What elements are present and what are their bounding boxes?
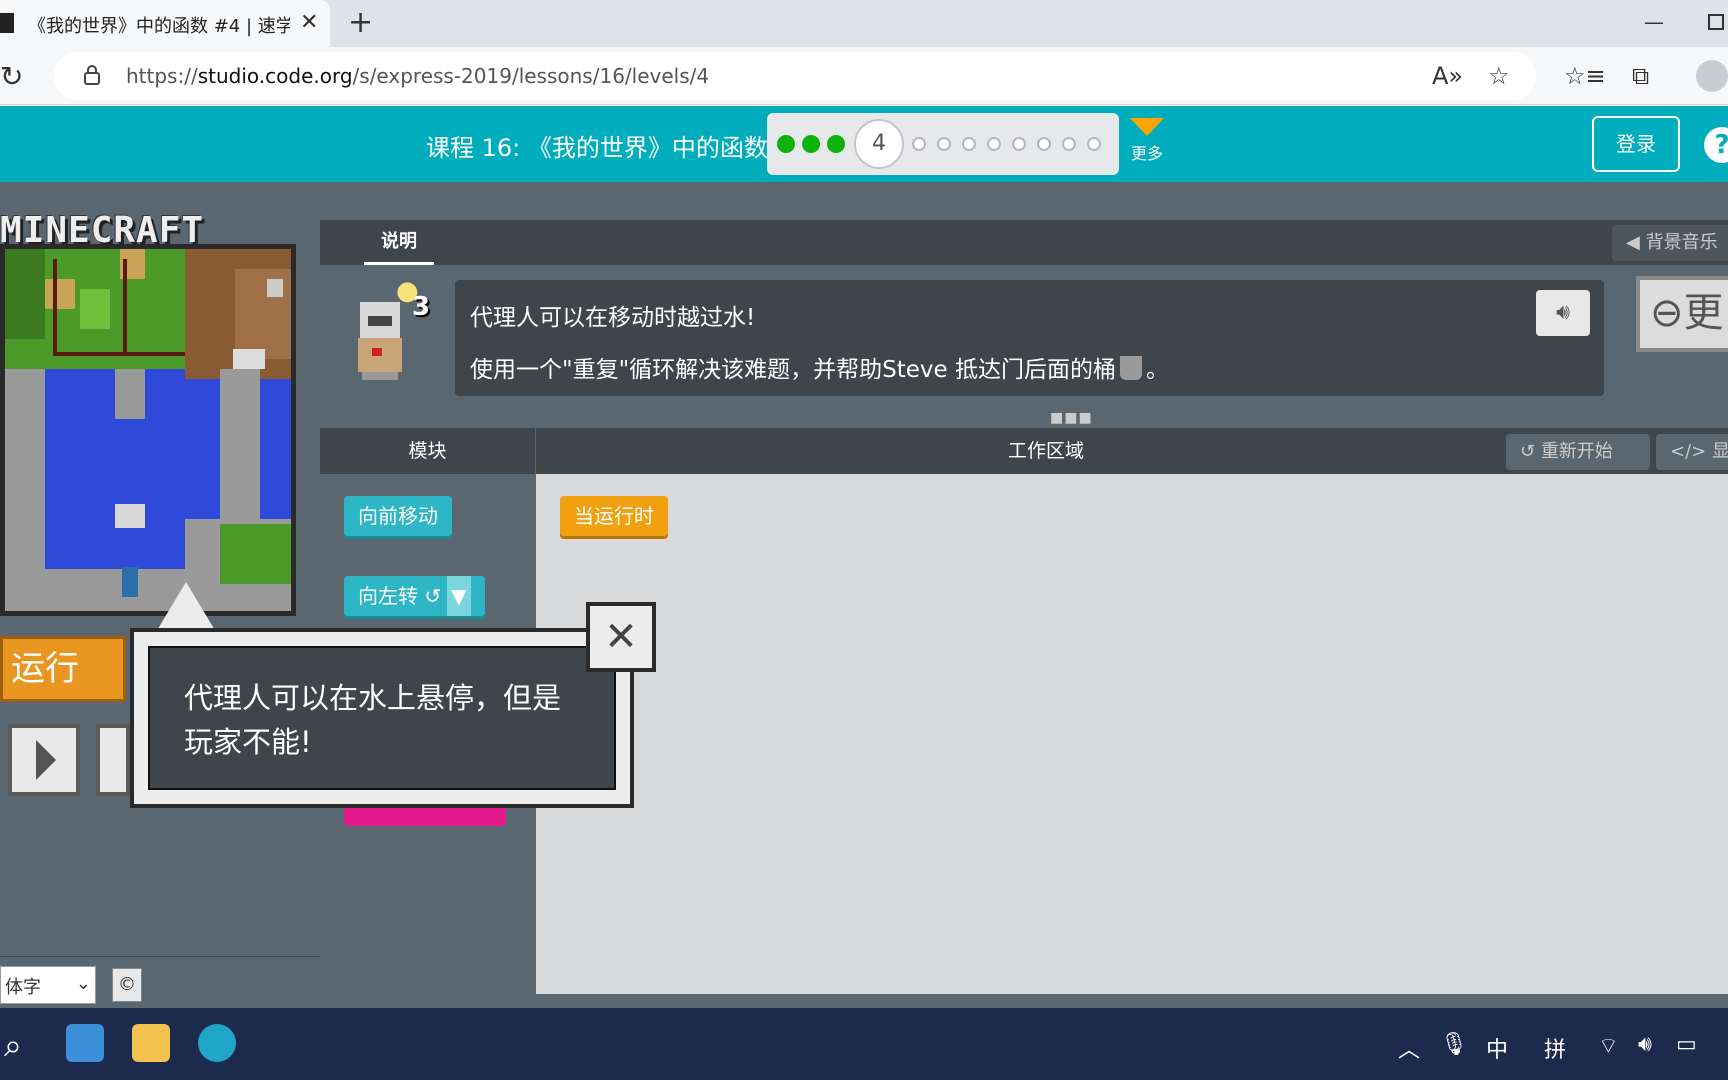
level-dot-8[interactable] <box>987 137 1001 151</box>
more-levels-button[interactable]: 更多 <box>1130 118 1164 164</box>
level-dot-11[interactable] <box>1062 137 1076 151</box>
search-icon[interactable]: ⌕ <box>4 1026 22 1065</box>
game-map <box>5 249 291 611</box>
maximize-window-button[interactable] <box>1708 14 1724 30</box>
add-favorite-icon[interactable]: ☆ <box>1488 62 1510 90</box>
instruction-line-2-end: 。 <box>1146 357 1169 383</box>
dropdown-arrow-icon[interactable]: ▼ <box>447 576 471 616</box>
read-aloud-icon[interactable]: A» <box>1432 62 1463 90</box>
battery-icon[interactable]: ▭ <box>1676 1032 1697 1057</box>
file-explorer-icon[interactable] <box>132 1024 170 1062</box>
microphone-icon[interactable]: 🎙︎ <box>1440 1032 1468 1057</box>
ime-language[interactable]: 中 <box>1486 1032 1508 1064</box>
profile-avatar[interactable] <box>1696 60 1728 92</box>
read-aloud-button[interactable]: 🔊︎ <box>1536 290 1590 336</box>
more-instructions-button[interactable]: ⊖更 <box>1636 276 1728 352</box>
level-dot-1[interactable] <box>777 135 795 153</box>
instruction-line-2: 使用一个"重复"循环解决该难题，并帮助Steve 抵达门后面的桶 。 <box>470 350 1169 384</box>
restart-icon: ↺ <box>1520 441 1541 462</box>
font-select-value: 体字 <box>5 977 41 998</box>
minimize-window-button[interactable]: — <box>1644 10 1664 34</box>
background-music-button[interactable]: ◀ 背景音乐 <box>1612 225 1728 261</box>
show-hidden-icons-icon[interactable]: ︿ <box>1398 1032 1420 1064</box>
block-turn-left-label: 向左转 ↺ <box>358 584 442 608</box>
favorites-icon[interactable]: ☆≡ <box>1564 62 1606 90</box>
new-tab-button[interactable]: + <box>348 5 373 40</box>
copyright-button[interactable]: © <box>112 968 142 1002</box>
url-text[interactable]: https://studio.code.org/s/express-2019/l… <box>126 64 709 88</box>
instruction-line-1: 代理人可以在移动时越过水! <box>470 305 756 331</box>
edge-browser-icon[interactable] <box>198 1024 236 1062</box>
bucket-icon <box>1120 356 1142 380</box>
level-dot-9[interactable] <box>1012 137 1026 151</box>
callout-pointer <box>156 582 216 632</box>
close-tab-icon[interactable]: ✕ <box>300 10 318 35</box>
wifi-icon[interactable]: ⌔ <box>1598 1032 1619 1060</box>
block-move-forward[interactable]: 向前移动 <box>344 496 452 536</box>
level-progress: 4 <box>767 113 1119 175</box>
level-dot-12[interactable] <box>1087 137 1101 151</box>
widgets-icon[interactable] <box>66 1024 104 1062</box>
level-dot-10[interactable] <box>1037 137 1051 151</box>
block-when-run[interactable]: 当运行时 <box>560 496 668 536</box>
restart-label: 重新开始 <box>1540 441 1613 462</box>
tab-instructions[interactable]: 说明 <box>364 220 434 265</box>
callout-text: 代理人可以在水上悬停，但是玩家不能! <box>184 681 562 759</box>
browser-tab[interactable]: 《我的世界》中的函数 #4 | 速学 ✕ <box>0 0 330 47</box>
collections-icon[interactable]: ⧉ <box>1632 62 1649 90</box>
instruction-line-2-text: 使用一个"重复"循环解决该难题，并帮助Steve 抵达门后面的桶 <box>470 357 1116 383</box>
background-music-label: 背景音乐 <box>1645 232 1718 253</box>
instructions-header <box>320 220 1728 265</box>
speaker-icon: ◀ <box>1626 232 1646 253</box>
step-button[interactable] <box>8 724 80 796</box>
minus-icon: ⊖ <box>1650 290 1684 336</box>
run-button[interactable]: 运行 <box>0 636 126 702</box>
workspace-label: 工作区域 <box>1007 440 1084 462</box>
level-dot-3[interactable] <box>827 135 845 153</box>
current-level-bubble[interactable]: 4 <box>854 119 904 169</box>
lock-icon[interactable] <box>84 65 100 85</box>
login-button[interactable]: 登录 <box>1592 116 1680 172</box>
reset-step-button[interactable] <box>96 724 130 796</box>
reload-icon[interactable]: ↻ <box>0 60 23 93</box>
agent-avatar <box>358 302 402 380</box>
restart-button[interactable]: ↺ 重新开始 <box>1506 434 1650 470</box>
close-callout-icon[interactable]: ✕ <box>586 602 656 672</box>
site-favicon-icon <box>0 13 14 33</box>
show-code-label: 显 <box>1711 441 1728 462</box>
level-dot-5[interactable] <box>912 137 926 151</box>
game-view[interactable] <box>0 244 296 616</box>
workspace-canvas[interactable] <box>536 474 1728 994</box>
level-dot-7[interactable] <box>962 137 976 151</box>
lesson-title[interactable]: 课程 16: 《我的世界》中的函数 <box>426 128 768 163</box>
play-step-icon <box>36 740 56 780</box>
more-instructions-label: 更 <box>1683 290 1724 336</box>
toolbox-label: 模块 <box>320 428 536 474</box>
ime-mode[interactable]: 拼 <box>1544 1032 1566 1064</box>
tab-title: 《我的世界》中的函数 #4 | 速学 <box>28 16 290 37</box>
hint-count: 3 <box>412 292 431 322</box>
level-dot-6[interactable] <box>937 137 951 151</box>
taskbar <box>0 1008 1728 1080</box>
more-label: 更多 <box>1130 144 1163 163</box>
audio-icon: 🔊︎ <box>1556 300 1570 325</box>
chevron-down-icon: ⌄ <box>75 973 91 994</box>
level-dot-2[interactable] <box>802 135 820 153</box>
font-select[interactable]: 体字 ⌄ <box>0 966 96 1004</box>
code-icon: </> <box>1670 441 1712 462</box>
volume-icon[interactable]: 🔊︎ <box>1638 1032 1652 1057</box>
chevron-down-icon <box>1130 118 1164 136</box>
block-turn-left[interactable]: 向左转 ↺ ▼ <box>344 576 485 616</box>
resize-grip-icon[interactable]: ■■■ <box>1050 410 1093 426</box>
show-code-button[interactable]: </> 显 <box>1656 434 1728 470</box>
